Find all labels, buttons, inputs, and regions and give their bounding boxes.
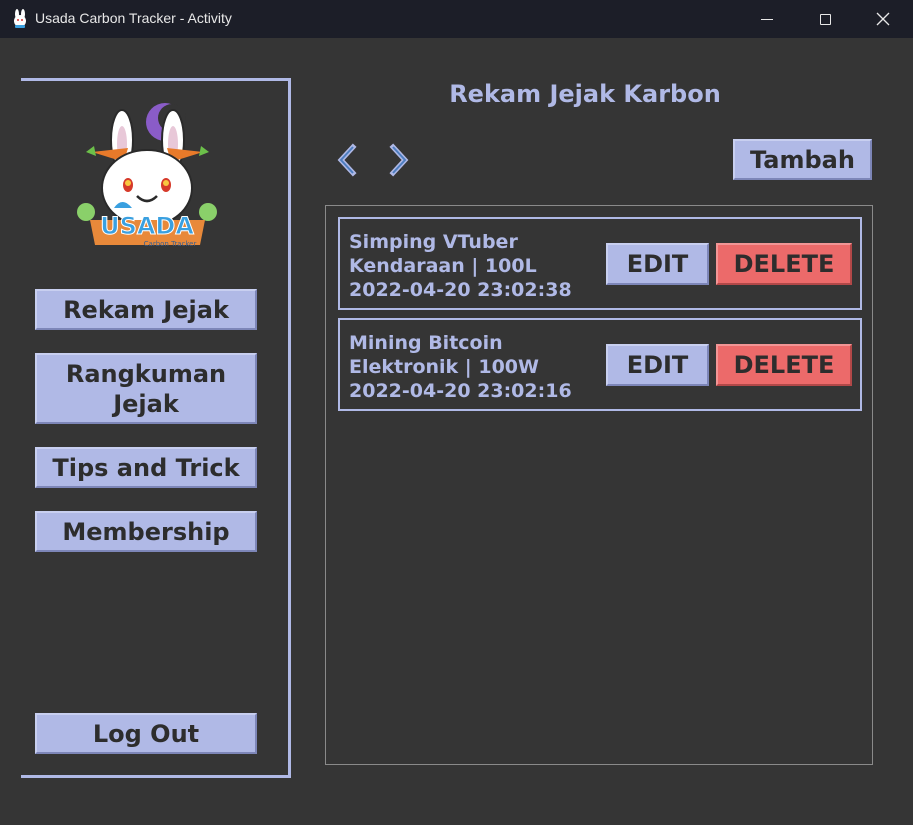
usada-bunny-logo: USADA Carbon Tracker — [77, 103, 217, 248]
add-record-button[interactable]: Tambah — [733, 139, 872, 180]
window-title: Usada Carbon Tracker - Activity — [35, 10, 232, 26]
sidebar-item-membership[interactable]: Membership — [35, 511, 257, 552]
record-name: Mining Bitcoin — [349, 332, 503, 354]
record-timestamp: 2022-04-20 23:02:38 — [349, 279, 572, 301]
maximize-button[interactable] — [796, 0, 854, 38]
sidebar-item-label: Rangkuman Jejak — [65, 359, 227, 418]
bunny-app-icon — [14, 9, 26, 28]
record-info: Mining Bitcoin Elektronik | 100W 2022-04… — [349, 331, 572, 403]
title-bar: Usada Carbon Tracker - Activity — [0, 0, 913, 38]
sidebar-item-label: Tips and Trick — [52, 453, 240, 482]
edit-button[interactable]: EDIT — [606, 344, 709, 386]
edit-button[interactable]: EDIT — [606, 243, 709, 285]
sidebar-item-rekam-jejak[interactable]: Rekam Jejak — [35, 289, 257, 330]
close-button[interactable] — [854, 0, 912, 38]
sidebar-item-tips-and-trick[interactable]: Tips and Trick — [35, 447, 257, 488]
delete-label: DELETE — [733, 351, 835, 379]
minimize-button[interactable] — [738, 0, 796, 38]
logout-label: Log Out — [92, 719, 200, 748]
svg-text:USADA: USADA — [100, 212, 194, 240]
record-detail: Elektronik | 100W — [349, 356, 539, 378]
edit-label: EDIT — [626, 351, 689, 379]
record-name: Simping VTuber — [349, 231, 518, 253]
edit-label: EDIT — [626, 250, 689, 278]
svg-text:Carbon Tracker: Carbon Tracker — [144, 240, 197, 248]
page-title: Rekam Jejak Karbon — [449, 80, 721, 108]
record-list: Simping VTuber Kendaraan | 100L 2022-04-… — [325, 205, 873, 765]
close-icon — [876, 12, 890, 26]
delete-button[interactable]: DELETE — [716, 344, 852, 386]
delete-button[interactable]: DELETE — [716, 243, 852, 285]
list-item: Mining Bitcoin Elektronik | 100W 2022-04… — [338, 318, 862, 411]
chevron-left-icon[interactable] — [333, 143, 361, 177]
delete-label: DELETE — [733, 250, 835, 278]
sidebar-item-label: Membership — [62, 517, 230, 546]
sidebar-item-label: Rekam Jejak — [63, 295, 229, 324]
add-record-label: Tambah — [750, 145, 855, 174]
record-timestamp: 2022-04-20 23:02:16 — [349, 380, 572, 402]
logout-button[interactable]: Log Out — [35, 713, 257, 754]
minimize-icon — [761, 18, 773, 20]
record-info: Simping VTuber Kendaraan | 100L 2022-04-… — [349, 230, 572, 302]
sidebar-item-rangkuman-jejak[interactable]: Rangkuman Jejak — [35, 353, 257, 424]
list-item: Simping VTuber Kendaraan | 100L 2022-04-… — [338, 217, 862, 310]
maximize-icon — [819, 13, 831, 25]
record-detail: Kendaraan | 100L — [349, 255, 537, 277]
chevron-right-icon[interactable] — [385, 143, 413, 177]
